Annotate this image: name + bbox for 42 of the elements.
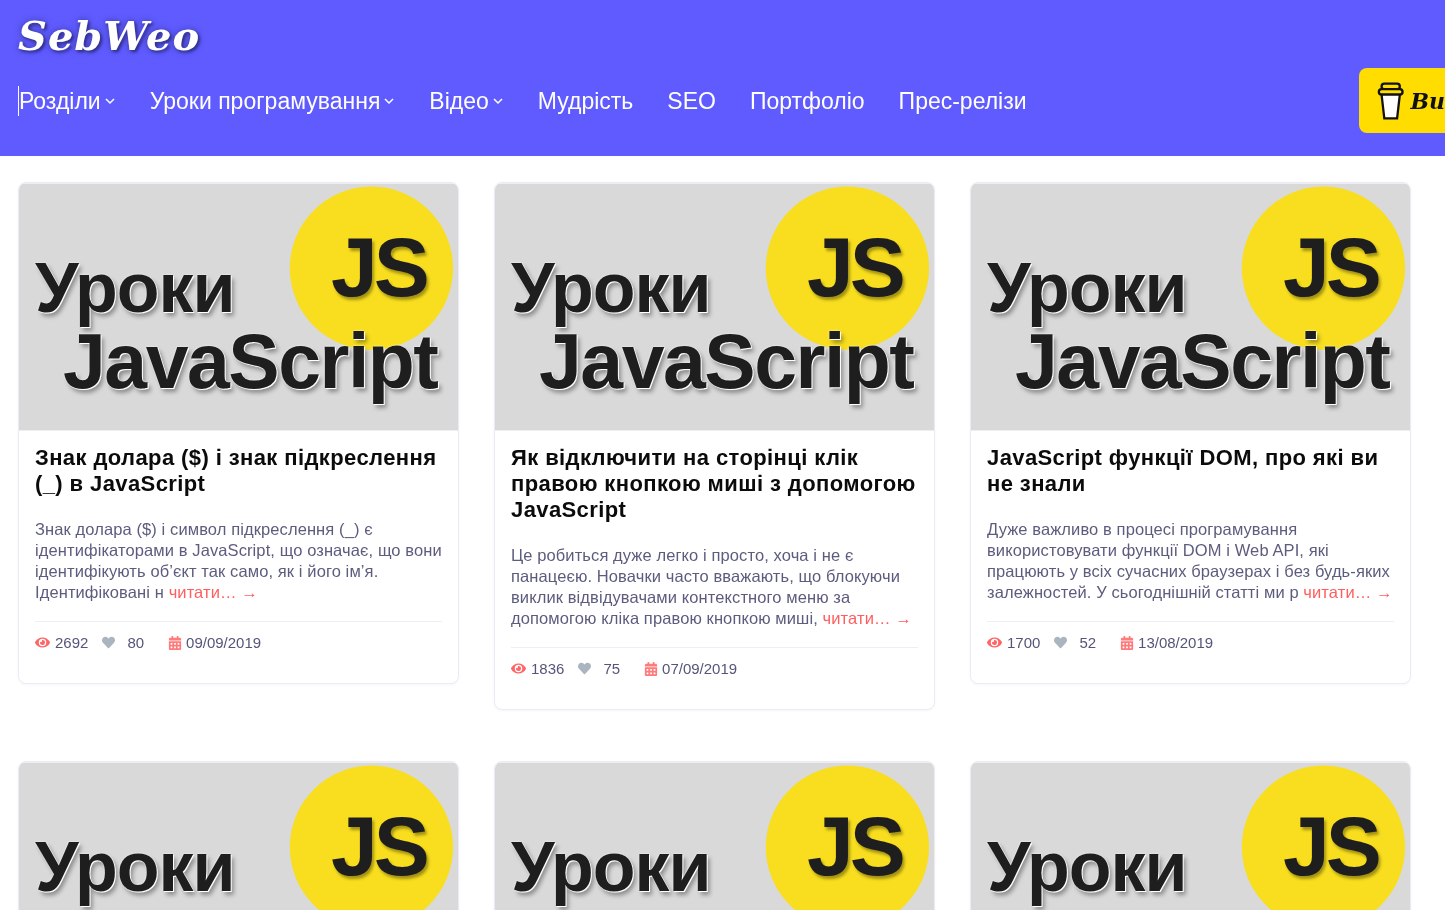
article-title[interactable]: Знак долара ($) і знак підкреслення (_) в JavaScript — [35, 445, 442, 497]
heart-icon — [1054, 636, 1068, 649]
thumbnail-label: JS — [1283, 225, 1378, 309]
read-more-link[interactable]: читати… → — [1303, 583, 1393, 601]
article-title[interactable]: Як відключити на сторінці клік правою кнопкою миші з допомогою JavaScript — [511, 445, 918, 523]
view-count: 1836 — [531, 660, 565, 677]
nav-link[interactable]: Мудрість — [536, 86, 634, 116]
eye-icon — [35, 635, 50, 650]
post-date: 13/08/2019 — [1138, 634, 1214, 651]
coffee-button[interactable]: Bu — [1359, 68, 1445, 133]
nav-link[interactable]: SEO — [666, 86, 716, 116]
article-excerpt: Це робиться дуже легко і просто, хоча і не є панацеєю. Новачки часто вважають, що блокуючи виклик відвідувачами контекстного меню за допомогою кліка правою кнопкою миші, читати… → — [511, 545, 913, 629]
nav-link[interactable]: Уроки програмування — [148, 86, 396, 116]
calendar-icon — [644, 661, 659, 676]
thumbnail-label: JS — [331, 804, 426, 888]
eye-icon — [511, 661, 526, 676]
nav-link[interactable]: Портфоліо — [748, 86, 865, 116]
like-count: 80 — [127, 634, 145, 651]
view-count: 1700 — [1007, 634, 1041, 651]
article-excerpt: Знак долара ($) і символ підкреслення (_) є ідентифікаторами в JavaScript, що означає, що вони ідентифікують об’єкт так само, як і його ім’я. Ідентифіковані н читати… → — [35, 519, 442, 603]
read-more-link[interactable]: читати… → — [822, 609, 912, 627]
article-excerpt: Дуже важливо в процесі програмування використовувати функції DOM і Web API, які працюють у всіх сучасних браузерах і без будь-яких залежностей. У сьогоднішній статті ми р читати… → — [987, 519, 1394, 603]
post-date: 07/09/2019 — [662, 660, 738, 677]
eye-icon — [987, 635, 1002, 650]
nav-link[interactable]: Прес-релізи — [897, 86, 1027, 116]
view-count: 2692 — [55, 634, 89, 651]
thumbnail-label: JS — [807, 225, 902, 309]
nav-link[interactable]: Розділи — [18, 86, 116, 116]
nav-link[interactable]: Відео — [428, 86, 504, 116]
thumbnail-label: JS — [807, 804, 902, 888]
calendar-icon — [1120, 635, 1135, 650]
heart-icon — [578, 662, 592, 675]
site-logo[interactable]: SebWeo — [18, 12, 201, 60]
like-count: 52 — [1079, 634, 1097, 651]
post-date: 09/09/2019 — [186, 634, 262, 651]
calendar-icon — [168, 635, 183, 650]
heart-icon — [102, 636, 116, 649]
thumbnail-label: JS — [331, 225, 426, 309]
article-title[interactable]: JavaScript функції DOM, про які ви не знали — [987, 445, 1394, 497]
like-count: 75 — [603, 660, 621, 677]
read-more-link[interactable]: читати… → — [168, 583, 258, 601]
thumbnail-label: JS — [1283, 804, 1378, 888]
